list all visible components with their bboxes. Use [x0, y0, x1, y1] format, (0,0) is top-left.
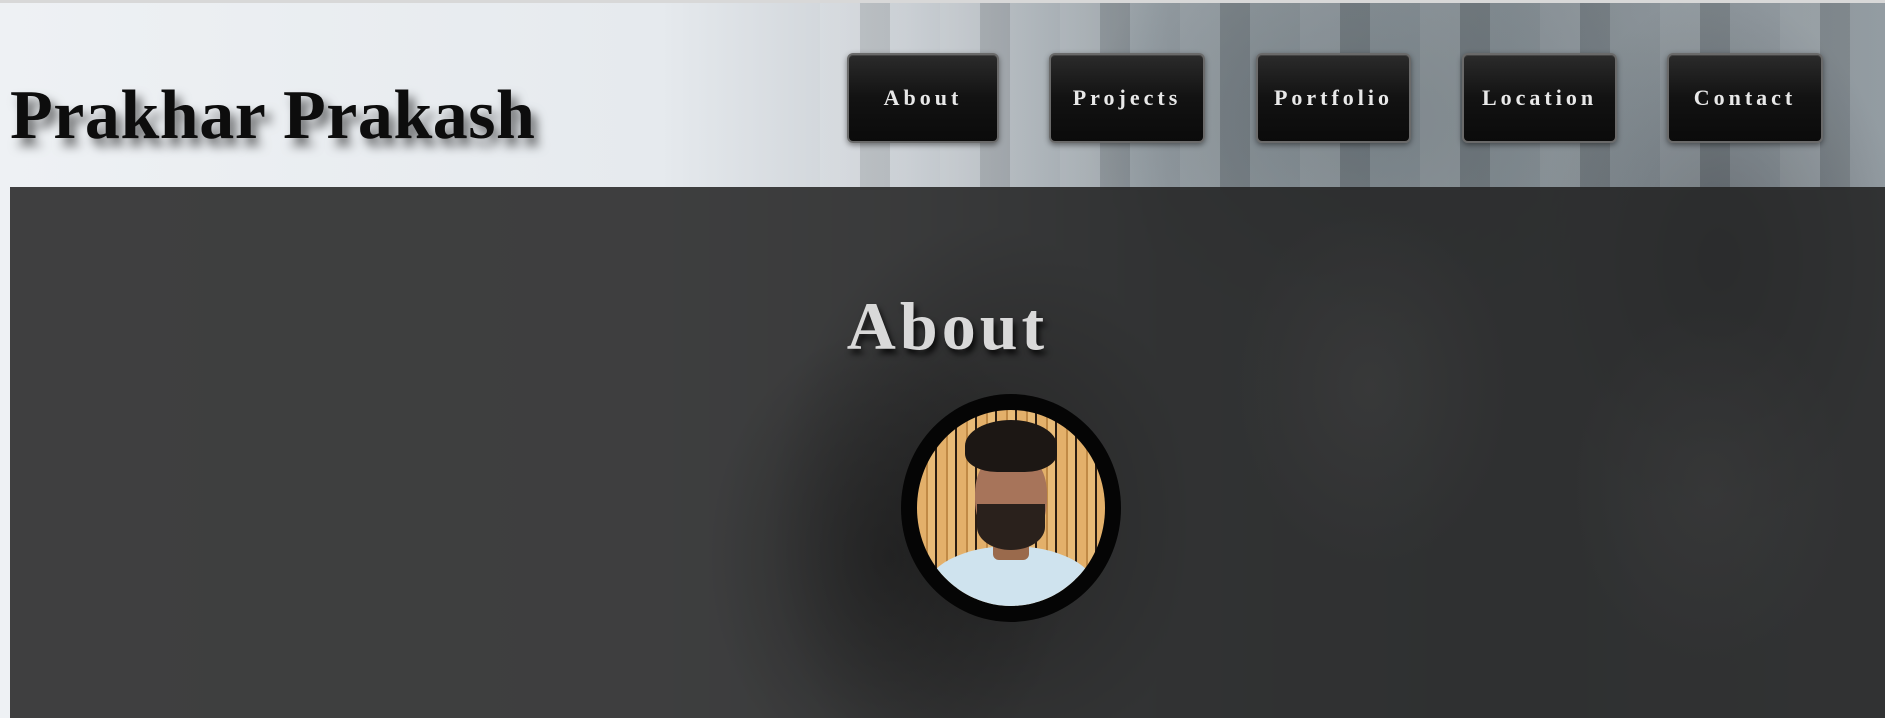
about-title: About: [846, 288, 1049, 364]
nav-portfolio-button[interactable]: Portfolio: [1256, 53, 1411, 143]
page: Prakhar Prakash About Projects Portfolio…: [0, 0, 1885, 718]
about-section: About: [10, 187, 1885, 718]
nav-about-button[interactable]: About: [847, 53, 999, 143]
avatar-frame: [901, 394, 1121, 622]
nav-location-button[interactable]: Location: [1462, 53, 1617, 143]
top-border: [0, 0, 1885, 3]
nav-projects-button[interactable]: Projects: [1049, 53, 1205, 143]
avatar: [917, 410, 1105, 606]
avatar-beard: [977, 504, 1045, 550]
nav-contact-button[interactable]: Contact: [1667, 53, 1823, 143]
avatar-hair: [965, 420, 1057, 472]
main-navigation: About Projects Portfolio Location Contac…: [0, 53, 1885, 145]
